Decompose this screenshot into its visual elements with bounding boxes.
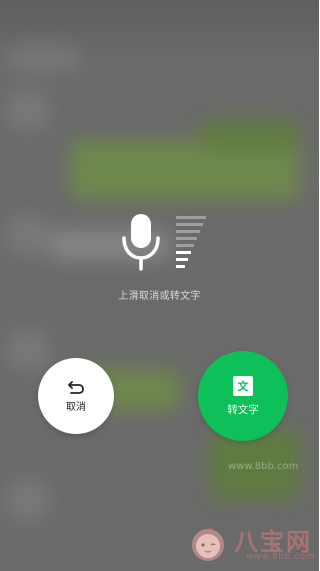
baby-face-logo-icon (192, 527, 224, 561)
microphone-icon (122, 214, 160, 271)
top-shade (0, 0, 319, 60)
cancel-button[interactable]: 取消 (38, 358, 114, 434)
blurred-chat-background (0, 0, 319, 571)
watermark-url: www.8bb.com (246, 552, 315, 562)
volume-level-icon (176, 216, 206, 268)
cancel-label: 取消 (66, 402, 86, 413)
text-icon: 文 (233, 375, 253, 396)
undo-arrow-icon (68, 381, 84, 394)
voice-input-overlay: 上滑取消或转文字 取消 文 转文字 www.8bb.com 八宝网 www.8b… (0, 0, 319, 571)
recording-indicator (118, 212, 214, 274)
site-watermark: 八宝网 www.8bb.com (188, 522, 315, 566)
swipe-hint-text: 上滑取消或转文字 (118, 291, 201, 302)
convert-label: 转文字 (227, 403, 259, 416)
watermark-faint-url: www.8bb.com (228, 461, 299, 472)
convert-to-text-button[interactable]: 文 转文字 (198, 351, 288, 441)
